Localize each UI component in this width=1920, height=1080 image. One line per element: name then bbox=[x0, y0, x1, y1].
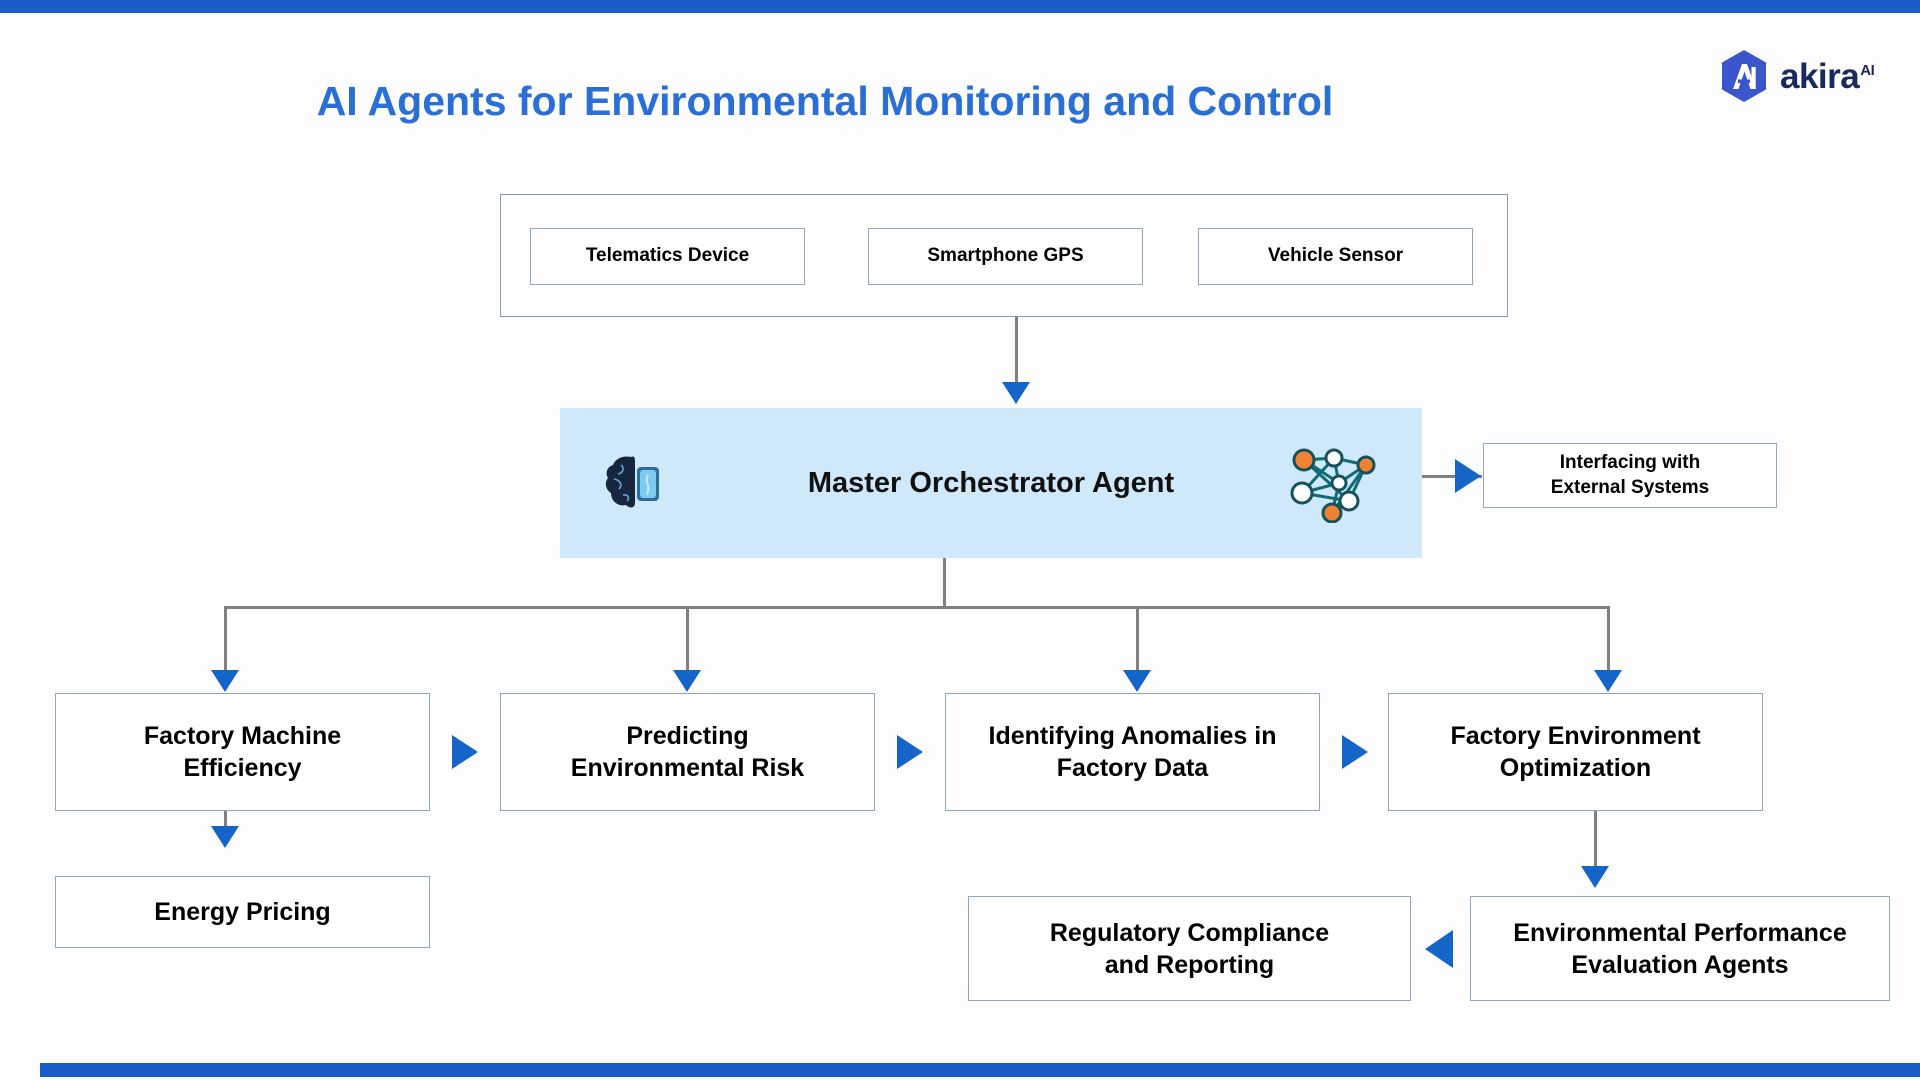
page-title: AI Agents for Environmental Monitoring a… bbox=[316, 78, 1334, 124]
connector-agents-bus bbox=[224, 606, 1610, 609]
neural-network-icon bbox=[1287, 445, 1383, 524]
connector-bus-to-agent-2 bbox=[686, 606, 689, 680]
arrow-to-agent-3-icon bbox=[1123, 670, 1151, 692]
arrow-agent1-to-agent2-icon bbox=[452, 735, 478, 769]
arrow-to-energy-pricing-icon bbox=[211, 826, 239, 848]
agent-2-line2: Environmental Risk bbox=[570, 754, 805, 782]
arrow-to-evaluation-agents-icon bbox=[1581, 866, 1609, 888]
arrow-to-agent-1-icon bbox=[211, 670, 239, 692]
source-box-telematics-device[interactable]: Telematics Device bbox=[530, 228, 805, 285]
bottom-box-regulatory-compliance[interactable]: Regulatory Compliance and Reporting bbox=[968, 896, 1411, 1001]
agent-2-line1: Predicting bbox=[626, 722, 749, 750]
brand-name: akiraAI bbox=[1780, 56, 1875, 96]
source-box-smartphone-gps[interactable]: Smartphone GPS bbox=[868, 228, 1143, 285]
bottom-accent-bar bbox=[40, 1063, 1920, 1077]
brand-superscript: AI bbox=[1860, 61, 1875, 79]
regulatory-line2: and Reporting bbox=[1104, 950, 1275, 979]
external-systems-box[interactable]: Interfacing with External Systems bbox=[1483, 443, 1777, 508]
akira-hexagon-logo-icon bbox=[1718, 48, 1770, 104]
agent-box-identifying-anomalies[interactable]: Identifying Anomalies in Factory Data bbox=[945, 693, 1320, 811]
agent-4-line1: Factory Environment bbox=[1450, 722, 1701, 750]
connector-agent4-to-evaluation bbox=[1594, 811, 1597, 874]
evaluation-line1: Environmental Performance bbox=[1513, 918, 1847, 947]
arrow-agent3-to-agent4-icon bbox=[1342, 735, 1368, 769]
connector-orchestrator-drop bbox=[943, 558, 946, 608]
source-box-vehicle-sensor[interactable]: Vehicle Sensor bbox=[1198, 228, 1473, 285]
connector-bus-to-agent-4 bbox=[1607, 606, 1610, 680]
evaluation-line2: Evaluation Agents bbox=[1571, 950, 1789, 979]
connector-bus-to-agent-3 bbox=[1136, 606, 1139, 680]
orchestrator-label: Master Orchestrator Agent bbox=[807, 466, 1175, 499]
agent-3-line1: Identifying Anomalies in bbox=[988, 722, 1277, 750]
agent-box-predicting-environmental-risk[interactable]: Predicting Environmental Risk bbox=[500, 693, 875, 811]
external-systems-line1: Interfacing with bbox=[1559, 452, 1701, 474]
bottom-box-energy-pricing[interactable]: Energy Pricing bbox=[55, 876, 430, 948]
bottom-box-evaluation-agents[interactable]: Environmental Performance Evaluation Age… bbox=[1470, 896, 1890, 1001]
regulatory-line1: Regulatory Compliance bbox=[1049, 918, 1330, 947]
arrow-to-agent-2-icon bbox=[673, 670, 701, 692]
brain-device-icon bbox=[601, 453, 667, 515]
connector-sources-to-orchestrator bbox=[1015, 317, 1018, 384]
arrow-to-agent-4-icon bbox=[1594, 670, 1622, 692]
arrow-evaluation-to-regulatory-icon bbox=[1425, 930, 1453, 968]
arrow-to-external-systems-icon bbox=[1455, 459, 1481, 493]
arrow-sources-to-orchestrator-icon bbox=[1002, 382, 1030, 404]
master-orchestrator-agent-box[interactable]: Master Orchestrator Agent bbox=[560, 408, 1422, 558]
top-accent-bar bbox=[0, 0, 1920, 13]
connector-bus-to-agent-1 bbox=[224, 606, 227, 680]
external-systems-line2: External Systems bbox=[1550, 476, 1710, 498]
agent-1-line2: Efficiency bbox=[183, 754, 302, 782]
agent-box-factory-environment-optimization[interactable]: Factory Environment Optimization bbox=[1388, 693, 1763, 811]
agent-1-line1: Factory Machine bbox=[143, 722, 342, 750]
arrow-agent2-to-agent3-icon bbox=[897, 735, 923, 769]
agent-box-factory-machine-efficiency[interactable]: Factory Machine Efficiency bbox=[55, 693, 430, 811]
agent-3-line2: Factory Data bbox=[1056, 754, 1209, 782]
akira-logo: akiraAI bbox=[1718, 48, 1908, 104]
agent-4-line2: Optimization bbox=[1499, 754, 1652, 782]
